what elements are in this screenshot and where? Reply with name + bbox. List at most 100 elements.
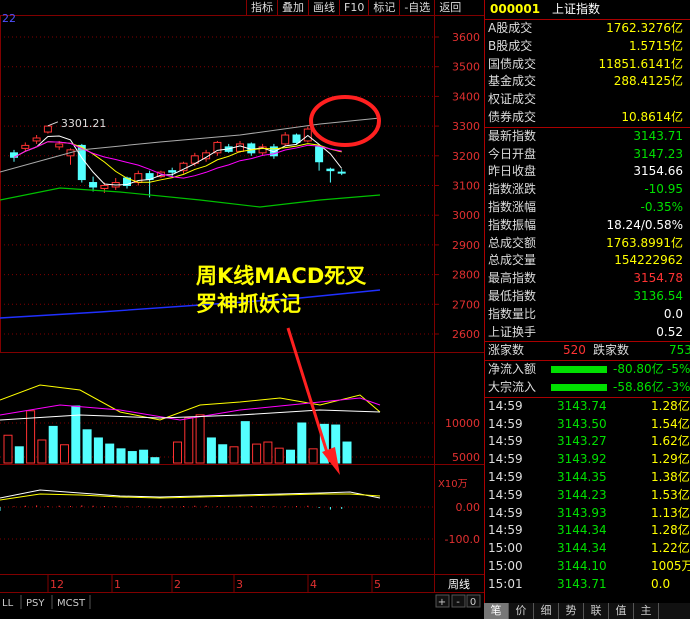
candle-body xyxy=(10,152,18,158)
bottom-tab-2[interactable]: 细 xyxy=(534,603,559,619)
month-label: 5 xyxy=(374,578,381,591)
candle-body xyxy=(55,143,64,148)
tick-time: 14:59 xyxy=(488,487,523,502)
volume-bar xyxy=(206,437,216,464)
quote-value: 3143.71 xyxy=(633,128,683,143)
price-tick-label: 3300 xyxy=(452,120,480,133)
volume-bar xyxy=(82,429,92,464)
candle-body xyxy=(43,125,52,133)
annotation-text: 周K线MACD死叉 罗神抓妖记 xyxy=(196,262,366,318)
control-button-2[interactable]: 0 xyxy=(470,597,476,608)
volume-bar xyxy=(14,446,24,464)
tick-row: 14:59 3143.50 1.54亿 xyxy=(485,416,690,434)
quote-value: 0.52 xyxy=(656,324,683,339)
candle-body xyxy=(326,168,335,172)
bottom-tab-6[interactable]: 主 xyxy=(634,603,659,619)
bottom-tab-1[interactable]: 价 xyxy=(509,603,534,619)
tick-time: 14:59 xyxy=(488,469,523,484)
macd-tick-label: 0.00 xyxy=(456,501,481,514)
volume-bar xyxy=(229,446,239,464)
tick-row: 14:59 3144.35 1.38亿 xyxy=(485,469,690,487)
tick-volume: 1.62亿 xyxy=(651,434,690,449)
menu-item-5[interactable]: -自选 xyxy=(399,0,435,15)
volume-bar xyxy=(252,443,262,464)
bottom-tab-0[interactable]: 笔 xyxy=(484,603,509,619)
price-tick-label: 3500 xyxy=(452,61,480,74)
bottom-tab-4[interactable]: 联 xyxy=(584,603,609,619)
price-tick-label: 3100 xyxy=(452,180,480,193)
tick-volume: 1.53亿 xyxy=(651,487,690,502)
flow-pct: -3% xyxy=(667,379,690,394)
volume-bar xyxy=(3,434,13,464)
tick-list[interactable]: 14:59 3143.74 1.28亿 14:59 3143.50 1.54亿 14:59 3… xyxy=(485,396,690,594)
indicator-tab-0[interactable]: LL xyxy=(2,598,14,609)
volume-bar xyxy=(240,421,250,464)
menu-item-3[interactable]: F10 xyxy=(339,0,369,15)
tick-volume: 1.28亿 xyxy=(651,398,690,413)
tick-volume: 1005万 xyxy=(651,558,690,573)
candle-body xyxy=(32,137,41,142)
tick-volume: 0.0 xyxy=(651,576,671,591)
volume-bar xyxy=(48,425,58,464)
menu-item-2[interactable]: 画线 xyxy=(308,0,339,15)
down-count-value: 753 xyxy=(669,343,690,358)
volume-label: 债券成交 xyxy=(488,109,537,124)
month-label: 3 xyxy=(236,578,243,591)
tick-time: 14:59 xyxy=(488,434,523,449)
candle-body xyxy=(281,134,290,145)
volume-bar xyxy=(139,449,149,464)
candle-body xyxy=(168,170,177,173)
bottom-tab-3[interactable]: 势 xyxy=(559,603,584,619)
quote-label: 昨日收盘 xyxy=(488,164,537,179)
stock-header[interactable]: 000001 上证指数 xyxy=(485,0,690,20)
indicator-tab-2[interactable]: MCST xyxy=(57,598,86,609)
quote-label: 今日开盘 xyxy=(488,146,537,161)
indicator-tab-1[interactable]: PSY xyxy=(26,598,45,609)
month-label: 4 xyxy=(310,578,317,591)
tick-row: 14:59 3144.34 1.28亿 xyxy=(485,522,690,540)
down-count-label: 跌家数 xyxy=(593,343,630,358)
quote-row: 指数涨跌 -10.95 xyxy=(485,181,690,199)
tick-volume: 1.54亿 xyxy=(651,416,690,431)
tick-row: 14:59 3143.74 1.28亿 xyxy=(485,398,690,416)
quote-label: 总成交额 xyxy=(488,235,537,250)
tick-time: 14:59 xyxy=(488,398,523,413)
volume-bar xyxy=(308,448,318,464)
volume-ma-yellow xyxy=(0,384,381,421)
control-button-0[interactable]: + xyxy=(438,597,446,608)
macd-dea-line xyxy=(0,493,381,501)
quote-label: 上证换手 xyxy=(488,324,537,339)
volume-bar xyxy=(286,449,295,464)
flow-bar xyxy=(551,366,607,374)
price-tick-label: 3400 xyxy=(452,90,480,103)
tick-row: 14:59 3143.92 1.29亿 xyxy=(485,451,690,469)
quote-value: -0.35% xyxy=(640,199,683,214)
month-label: 2 xyxy=(174,578,181,591)
period-label: 周线 xyxy=(448,577,470,591)
tick-row: 14:59 3143.93 1.13亿 xyxy=(485,505,690,523)
menu-item-1[interactable]: 叠加 xyxy=(277,0,308,15)
quote-row: 指数振幅 18.24/0.58% xyxy=(485,217,690,235)
tick-price: 3143.93 xyxy=(557,505,607,520)
volume-bar xyxy=(127,451,137,464)
quote-label: 最高指数 xyxy=(488,271,537,286)
volume-value: 1762.3276亿 xyxy=(606,21,683,35)
menu-item-4[interactable]: 标记 xyxy=(368,0,400,15)
menu-item-6[interactable]: 返回 xyxy=(434,0,466,15)
candle-body xyxy=(236,143,244,152)
tick-price: 3144.10 xyxy=(557,558,607,573)
tick-time: 14:59 xyxy=(488,505,523,520)
quote-row: 总成交额 1763.8991亿 xyxy=(485,235,690,253)
volume-bar xyxy=(71,405,81,464)
bottom-tab-5[interactable]: 值 xyxy=(609,603,634,619)
up-count-value: 520 xyxy=(563,343,586,358)
bottom-tabs: 笔价细势联值主 xyxy=(484,603,690,619)
control-button-1[interactable]: - xyxy=(456,597,460,608)
quote-value: 3136.54 xyxy=(633,288,683,303)
tick-price: 3144.23 xyxy=(557,487,607,502)
menu-item-0[interactable]: 指标 xyxy=(246,0,277,15)
flow-label: 大宗流入 xyxy=(488,379,537,394)
candle-body xyxy=(337,171,346,174)
top-menu: 指标 叠加 画线 F10 标记 -自选 返回 xyxy=(246,0,466,15)
quote-row: 指数涨幅 -0.35% xyxy=(485,199,690,217)
